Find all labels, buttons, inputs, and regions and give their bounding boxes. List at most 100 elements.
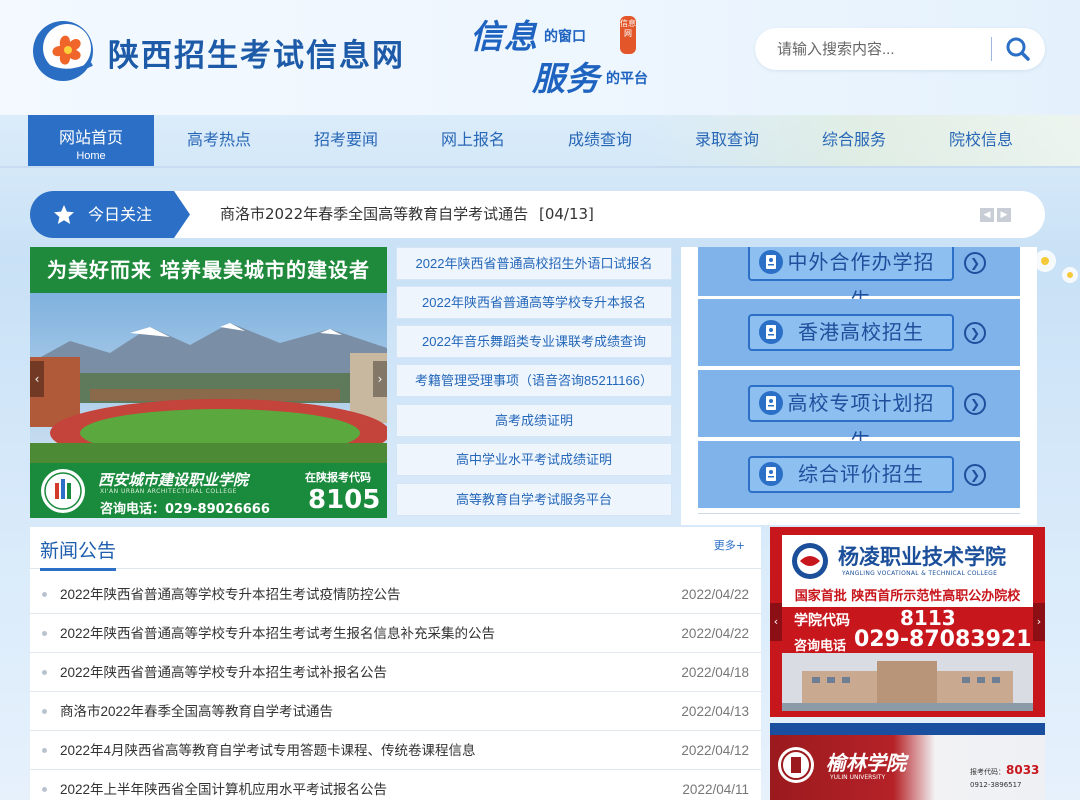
news-item-title: 2022年陕西省普通高等学校专升本招生考试补报名公告 xyxy=(60,665,388,680)
news-item[interactable]: 商洛市2022年春季全国高等教育自学考试通告 2022/04/13 xyxy=(30,692,761,731)
news-panel: 新闻公告 更多+ 2022年陕西省普通高等学校专升本招生考试疫情防控公告 202… xyxy=(30,527,761,800)
quick-link[interactable]: 高中学业水平考试成绩证明 xyxy=(396,443,672,476)
ad-next-icon[interactable]: › xyxy=(1033,603,1045,641)
news-item-date: 2022/04/22 xyxy=(681,587,749,602)
chevron-right-icon: ❯ xyxy=(964,393,986,415)
quick-link[interactable]: 高考成绩证明 xyxy=(396,404,672,437)
special-item-sino-foreign[interactable]: 中外合作办学招生 ❯ xyxy=(698,247,1020,312)
search-divider xyxy=(991,37,992,61)
news-item-date: 2022/04/22 xyxy=(681,626,749,641)
banner-college-en: XI'AN URBAN ARCHITECTURAL COLLEGE xyxy=(100,488,237,495)
nav-item-home[interactable]: 网站首页 Home xyxy=(28,115,154,167)
panel-divider xyxy=(698,513,1020,514)
quick-link[interactable]: 2022年陕西省普通高等学校专升本报名 xyxy=(396,286,672,319)
news-item[interactable]: 2022年陕西省普通高等学校专升本招生考试疫情防控公告 2022/04/22 xyxy=(30,575,761,614)
news-item-date: 2022/04/13 xyxy=(681,704,749,719)
special-item-hongkong[interactable]: 香港高校招生 ❯ xyxy=(698,299,1020,366)
ad-yangling-college[interactable]: 杨凌职业技术学院 YANGLING VOCATIONAL & TECHNICAL… xyxy=(770,527,1045,717)
document-icon xyxy=(759,320,783,344)
special-item-comprehensive[interactable]: 综合评价招生 ❯ xyxy=(698,441,1020,508)
slogan-line2-big: 服务 xyxy=(532,59,600,98)
campus-building-photo xyxy=(782,653,1033,711)
slogan-stamp: 信息网 xyxy=(620,16,636,54)
news-item-title: 2022年陕西省普通高等学校专升本招生考试考生报名信息补充采集的公告 xyxy=(60,626,496,641)
college-seal-icon xyxy=(41,469,85,513)
banner-college-name: 西安城市建设职业学院 xyxy=(98,471,249,489)
slogan-line1-big: 信息 xyxy=(470,17,538,56)
bullet-icon xyxy=(42,748,47,753)
ad-top-strip xyxy=(770,723,1045,735)
bullet-icon xyxy=(42,709,47,714)
news-item-date: 2022/04/18 xyxy=(681,665,749,680)
quick-link[interactable]: 2022年陕西省普通高校招生外语口试报名 xyxy=(396,247,672,280)
banner-code: 8105 xyxy=(308,485,381,515)
ad-phone: 029-87083921 xyxy=(854,627,1032,652)
slogan-line1-small: 的窗口 xyxy=(544,29,586,45)
news-item[interactable]: 2022年4月陕西省高等教育自学考试专用答题卡课程、传统卷课程信息 2022/0… xyxy=(30,731,761,770)
star-icon xyxy=(54,205,74,224)
news-more-link[interactable]: 更多+ xyxy=(714,537,745,553)
ad-code-label: 报考代码： xyxy=(970,768,1005,776)
today-focus-headline[interactable]: 商洛市2022年春季全国高等教育自学考试通告 [04/13] xyxy=(220,191,594,238)
news-item[interactable]: 2022年陕西省普通高等学校专升本招生考试考生报名信息补充采集的公告 2022/… xyxy=(30,614,761,653)
ad-code: 8033 xyxy=(1006,763,1040,777)
nav-divider xyxy=(0,166,1080,168)
nav-item-gaokao-hot[interactable]: 高考热点 xyxy=(156,115,282,167)
university-seal-icon xyxy=(778,747,814,783)
today-focus-bar: 今日关注 商洛市2022年春季全国高等教育自学考试通告 [04/13] ◀ ▶ xyxy=(30,191,1045,238)
nav-item-services[interactable]: 综合服务 xyxy=(791,115,917,167)
chevron-right-icon: ❯ xyxy=(964,322,986,344)
ad-university-name: 榆林学院 xyxy=(826,751,906,775)
special-admissions-panel: 中外合作办学招生 ❯ 香港高校招生 ❯ 高校专项计划招生 ❯ 综合评价招生 ❯ xyxy=(681,247,1037,525)
ad-phone-label: 咨询电话 xyxy=(794,639,847,654)
ad-code-label: 学院代码 xyxy=(794,613,850,629)
news-item-date: 2022/04/12 xyxy=(681,743,749,758)
college-banner[interactable]: 为美好而来 培养最美城市的建设者 ‹ › 西安城市建设职业学院 XI'AN UR… xyxy=(30,247,387,518)
special-item-label: 香港高校招生 xyxy=(798,320,924,344)
banner-phone: 咨询电话：029-89026666 xyxy=(100,502,270,517)
quick-link[interactable]: 高等教育自学考试服务平台 xyxy=(396,483,672,516)
banner-next-icon[interactable]: › xyxy=(373,361,387,397)
quick-link[interactable]: 考籍管理受理事项（语音咨询85211166） xyxy=(396,364,672,397)
special-item-special-plan[interactable]: 高校专项计划招生 ❯ xyxy=(698,370,1020,453)
search-input[interactable] xyxy=(777,37,987,61)
ad-college-name: 杨凌职业技术学院 xyxy=(838,544,1006,569)
ad-yulin-university[interactable]: 榆林学院 YULIN UNIVERSITY 报考代码： 8033 0912-38… xyxy=(770,723,1045,800)
chevron-left-icon[interactable]: ◀ xyxy=(980,208,994,222)
banner-prev-icon[interactable]: ‹ xyxy=(30,361,44,397)
bullet-icon xyxy=(42,592,47,597)
document-icon xyxy=(759,391,783,415)
news-header: 新闻公告 更多+ xyxy=(30,527,761,571)
banner-headline: 为美好而来 培养最美城市的建设者 xyxy=(30,247,387,293)
site-logo[interactable] xyxy=(30,18,100,84)
nav-item-admission[interactable]: 录取查询 xyxy=(664,115,790,167)
today-focus-label-text: 今日关注 xyxy=(88,205,153,224)
campus-photo xyxy=(30,293,387,463)
special-item-label: 综合评价招生 xyxy=(798,462,924,486)
ad-phone: 0912-3896517 xyxy=(970,781,1022,789)
chevron-right-icon[interactable]: ▶ xyxy=(997,208,1011,222)
news-item[interactable]: 2022年上半年陕西省全国计算机应用水平考试报名公告 2022/04/11 xyxy=(30,770,761,800)
nav-item-news[interactable]: 招考要闻 xyxy=(283,115,409,167)
ad-prev-icon[interactable]: ‹ xyxy=(770,603,782,641)
nav-item-registration[interactable]: 网上报名 xyxy=(410,115,536,167)
header-slogan: 信息 的窗口 信息网 服务 的平台 xyxy=(470,6,680,98)
bullet-icon xyxy=(42,670,47,675)
bullet-icon xyxy=(42,787,47,792)
news-item-title: 商洛市2022年春季全国高等教育自学考试通告 xyxy=(60,704,334,719)
quick-link[interactable]: 2022年音乐舞蹈类专业课联考成绩查询 xyxy=(396,325,672,358)
nav-item-scores[interactable]: 成绩查询 xyxy=(537,115,663,167)
search-icon[interactable] xyxy=(1001,34,1035,64)
today-focus-date: [04/13] xyxy=(538,205,594,223)
news-item-title: 2022年陕西省普通高等学校专升本招生考试疫情防控公告 xyxy=(60,587,401,602)
search-box xyxy=(755,28,1045,70)
nav-item-sub: Home xyxy=(76,150,106,162)
bullet-icon xyxy=(42,631,47,636)
news-item-title: 2022年上半年陕西省全国计算机应用水平考试报名公告 xyxy=(60,782,388,797)
news-item[interactable]: 2022年陕西省普通高等学校专升本招生考试补报名公告 2022/04/18 xyxy=(30,653,761,692)
nav-item-colleges[interactable]: 院校信息 xyxy=(918,115,1044,167)
chevron-right-icon: ❯ xyxy=(964,252,986,274)
document-icon xyxy=(759,462,783,486)
ad-tagline: 国家首批 陕西首所示范性高职公办院校 xyxy=(782,587,1033,607)
news-title: 新闻公告 xyxy=(40,536,117,571)
